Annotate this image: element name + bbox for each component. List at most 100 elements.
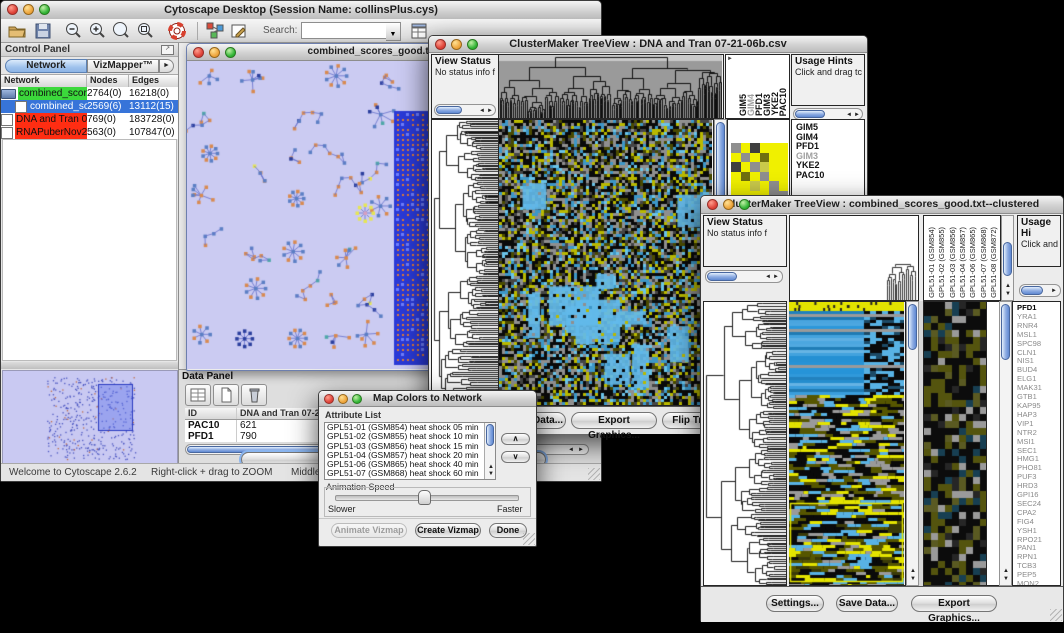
treeview2-titlebar[interactable]: ClusterMaker TreeView : combined_scores_… xyxy=(701,196,1063,214)
scroll-right-icon[interactable]: ► xyxy=(487,108,493,114)
zoom-fit-icon[interactable] xyxy=(111,21,131,41)
move-up-button[interactable]: ∧ xyxy=(501,433,530,445)
vizmapper-icon[interactable] xyxy=(205,21,225,41)
tv1-column-dendrogram[interactable] xyxy=(499,54,724,119)
window-resize-grip[interactable] xyxy=(1050,609,1062,621)
similarity-matrix[interactable] xyxy=(731,143,788,200)
tab-vizmapper[interactable]: VizMapper™ xyxy=(87,59,159,73)
select-attributes-button[interactable] xyxy=(185,384,211,406)
minimize-icon[interactable] xyxy=(209,47,220,58)
scroll-up-icon[interactable]: ▲ xyxy=(488,464,494,470)
save-icon[interactable] xyxy=(33,21,53,41)
scroll-left-icon[interactable]: ◄ xyxy=(479,108,485,114)
col-network[interactable]: Network xyxy=(1,75,87,87)
network-overview-thumbnail[interactable] xyxy=(2,370,178,463)
scrollbar-thumb[interactable] xyxy=(707,272,737,281)
main-titlebar[interactable]: Cytoscape Desktop (Session Name: collins… xyxy=(1,1,601,20)
minimize-icon[interactable] xyxy=(723,199,734,210)
close-icon[interactable] xyxy=(324,394,334,404)
zoom-out-icon[interactable] xyxy=(63,21,83,41)
scroll-right-icon[interactable]: ► xyxy=(578,447,584,453)
zoom-selected-icon[interactable] xyxy=(135,21,155,41)
scroll-up-icon[interactable]: ▲ xyxy=(1005,283,1011,289)
tv2-heatmap-vscrollbar[interactable]: ▲ ▼ xyxy=(906,301,919,586)
save-data-button[interactable]: Save Data... xyxy=(836,595,898,612)
done-button[interactable]: Done xyxy=(489,523,527,538)
attribute-list[interactable]: GPL51-01 (GSM854) heat shock 05 minGPL51… xyxy=(324,422,496,480)
col-nodes[interactable]: Nodes xyxy=(87,75,129,87)
move-down-button[interactable]: ∨ xyxy=(501,451,530,463)
tv2-zoom-heatmap[interactable] xyxy=(923,301,987,586)
scroll-left-icon[interactable]: ◄ xyxy=(568,447,574,453)
network-row-combined-scores[interactable]: combined_scores 2764(0) 16218(0) xyxy=(1,87,179,100)
zoom-window-icon[interactable] xyxy=(739,199,750,210)
open-folder-icon[interactable] xyxy=(7,21,27,41)
minimize-icon[interactable] xyxy=(451,39,462,50)
help-lifesaver-icon[interactable] xyxy=(167,21,187,41)
dialog-titlebar[interactable]: Map Colors to Network xyxy=(319,391,536,407)
scrollbar-thumb[interactable] xyxy=(436,106,462,114)
zoom-window-icon[interactable] xyxy=(352,394,362,404)
create-vizmap-button[interactable]: Create Vizmap xyxy=(415,523,481,538)
settings-button[interactable]: Settings... xyxy=(766,595,824,612)
scroll-left-icon[interactable]: ◄ xyxy=(846,112,852,118)
scroll-up-icon[interactable]: ▲ xyxy=(910,568,916,574)
panel-splitter[interactable] xyxy=(1,362,179,369)
minimize-icon[interactable] xyxy=(338,394,348,404)
animate-vizmap-button[interactable]: Animate Vizmap xyxy=(331,523,407,538)
delete-attribute-button[interactable] xyxy=(241,384,267,406)
annotation-icon[interactable] xyxy=(229,21,249,41)
scrollbar-thumb[interactable] xyxy=(1003,242,1012,276)
scroll-up-icon[interactable]: ▲ xyxy=(1003,568,1009,574)
window-resize-grip[interactable] xyxy=(588,468,600,480)
scroll-right-icon[interactable]: ► xyxy=(773,274,779,280)
tv2-heatmap[interactable] xyxy=(789,301,906,586)
tv2-labels-vscrollbar[interactable]: ▲ ▼ xyxy=(1001,215,1014,301)
search-dropdown-button[interactable]: ▼ xyxy=(386,22,401,41)
tv2-row-dendrogram[interactable] xyxy=(703,301,787,586)
attribute-list-vscrollbar[interactable]: ▲ ▼ xyxy=(484,423,495,479)
zoom-window-icon[interactable] xyxy=(225,47,236,58)
float-panel-icon[interactable]: ↗ xyxy=(161,45,174,55)
search-input[interactable] xyxy=(301,22,389,39)
network-list-empty-area[interactable] xyxy=(2,139,177,361)
close-icon[interactable] xyxy=(707,199,718,210)
export-graphics-button[interactable]: Export Graphics... xyxy=(571,412,657,429)
tv1-status-hscrollbar[interactable]: ◄ ► xyxy=(434,104,496,116)
tab-network[interactable]: Network xyxy=(5,59,87,73)
scroll-right-icon[interactable]: ► xyxy=(1051,288,1057,294)
scroll-right-icon[interactable]: ► xyxy=(854,112,860,118)
scroll-down-icon[interactable]: ▼ xyxy=(488,471,494,477)
network-row-rnapuber[interactable]: RNAPuberNov2+I 563(0) 107847(0) xyxy=(1,126,179,139)
tv2-hints-hscrollbar[interactable]: ► xyxy=(1019,284,1061,297)
zoom-window-icon[interactable] xyxy=(467,39,478,50)
zoom-window-icon[interactable] xyxy=(39,4,50,15)
col-edges[interactable]: Edges xyxy=(129,75,179,87)
scrollbar-thumb[interactable] xyxy=(1001,304,1010,360)
scroll-left-icon[interactable]: ◄ xyxy=(765,274,771,280)
attribute-list-item[interactable]: GPL51-07 (GSM868) heat shock 60 min xyxy=(325,469,495,478)
tv2-status-hscrollbar[interactable]: ◄ ► xyxy=(705,270,783,283)
col-id[interactable]: ID xyxy=(185,408,237,419)
dialog-resize-grip[interactable] xyxy=(523,533,535,545)
attribute-table-icon[interactable] xyxy=(409,21,429,41)
scrollbar-thumb[interactable] xyxy=(908,304,917,350)
zoom-in-icon[interactable] xyxy=(87,21,107,41)
tv2-column-dendrogram[interactable] xyxy=(789,215,919,301)
close-icon[interactable] xyxy=(7,4,18,15)
scrollbar-thumb[interactable] xyxy=(486,424,494,446)
tab-overflow-button[interactable]: ► xyxy=(159,59,174,73)
export-graphics-button[interactable]: Export Graphics... xyxy=(911,595,997,612)
new-attribute-button[interactable] xyxy=(213,384,239,406)
scrollbar-thumb[interactable] xyxy=(795,110,825,118)
minimize-icon[interactable] xyxy=(23,4,34,15)
tv1-row-dendrogram[interactable] xyxy=(431,119,499,406)
network-row-dna-tran[interactable]: DNA and Tran 07 769(0) 183728(0) xyxy=(1,113,179,126)
speed-slider-thumb[interactable] xyxy=(418,490,431,505)
tv2-gene-list[interactable]: PFD1YRA1RNR4MSL1SPC98CLN1NIS1BUD4ELG1MAK… xyxy=(1012,301,1061,586)
tv1-heatmap[interactable] xyxy=(499,119,714,406)
scroll-down-icon[interactable]: ▼ xyxy=(1005,291,1011,297)
scroll-down-icon[interactable]: ▼ xyxy=(910,576,916,582)
close-icon[interactable] xyxy=(435,39,446,50)
tv2-genes-vscrollbar[interactable]: ▲ ▼ xyxy=(999,301,1012,586)
